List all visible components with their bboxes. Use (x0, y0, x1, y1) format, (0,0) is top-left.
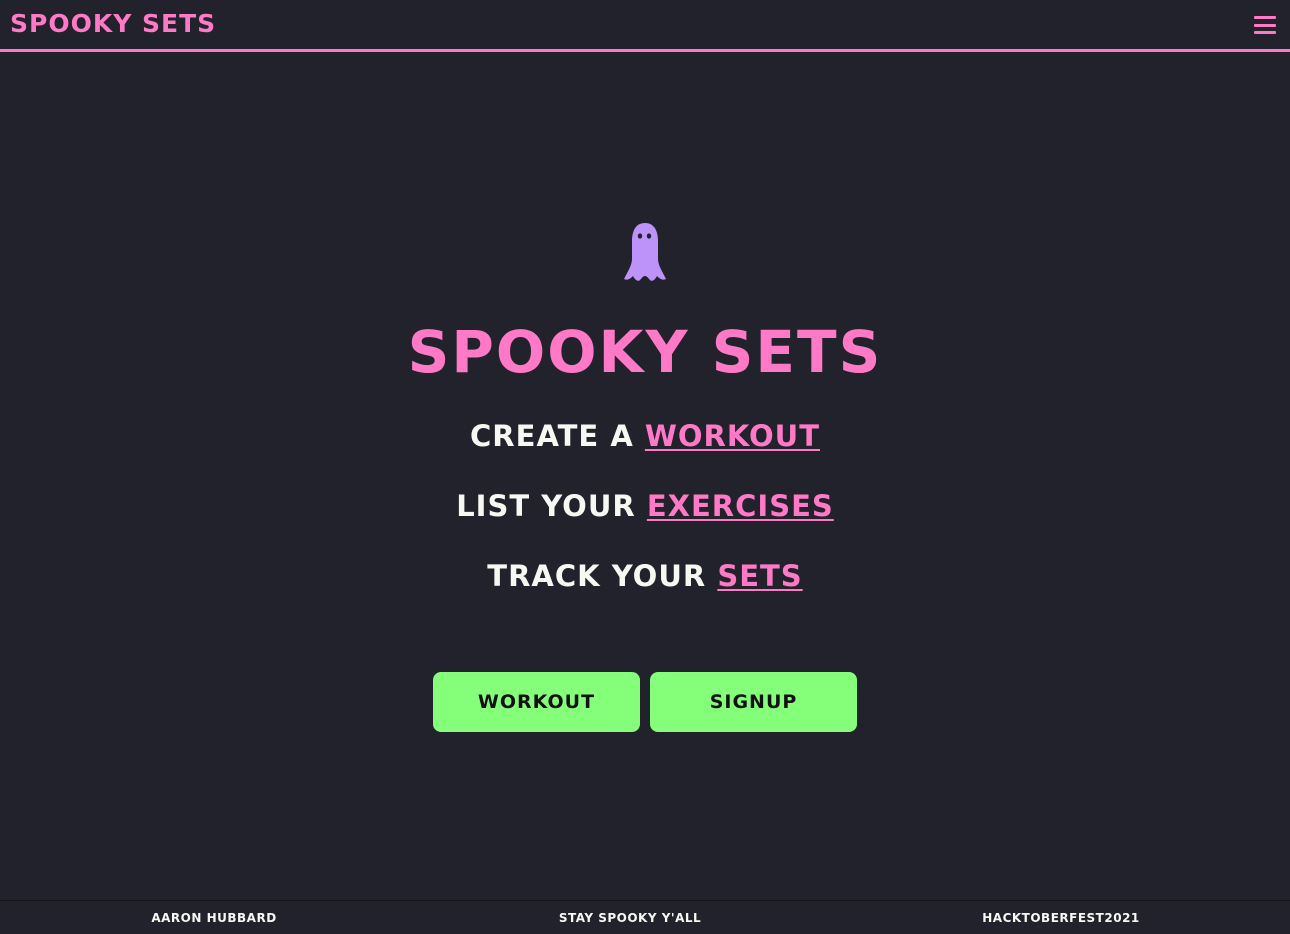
tagline-track-text: TRACK YOUR (487, 559, 718, 593)
footer-motto: STAY SPOOKY Y'ALL (558, 911, 702, 925)
tagline-create: CREATE A WORKOUT (0, 418, 1290, 454)
tagline-create-text: CREATE A (470, 419, 645, 453)
workout-button[interactable]: WORKOUT (433, 672, 640, 732)
footer-author: AARON HUBBARD (151, 911, 277, 925)
menu-button[interactable] (1240, 10, 1290, 40)
footer: AARON HUBBARD STAY SPOOKY Y'ALL HACKTOBE… (0, 900, 1290, 934)
tagline-list: LIST YOUR EXERCISES (0, 488, 1290, 524)
hero-section: SPOOKY SETS CREATE A WORKOUT LIST YOUR E… (0, 52, 1290, 900)
navbar: SPOOKY SETS (0, 0, 1290, 52)
ghost-icon (624, 223, 666, 281)
brand-logo-link[interactable]: SPOOKY SETS (10, 8, 216, 40)
workout-link[interactable]: WORKOUT (645, 419, 820, 453)
exercises-link[interactable]: EXERCISES (647, 489, 834, 523)
tagline-list-text: LIST YOUR (456, 489, 647, 523)
footer-event: HACKTOBERFEST2021 (982, 911, 1140, 925)
tagline-track: TRACK YOUR SETS (0, 558, 1290, 594)
hero-title: SPOOKY SETS (407, 318, 883, 386)
signup-button[interactable]: SIGNUP (650, 672, 857, 732)
hamburger-menu-icon (1254, 16, 1276, 34)
sets-link[interactable]: SETS (717, 559, 802, 593)
